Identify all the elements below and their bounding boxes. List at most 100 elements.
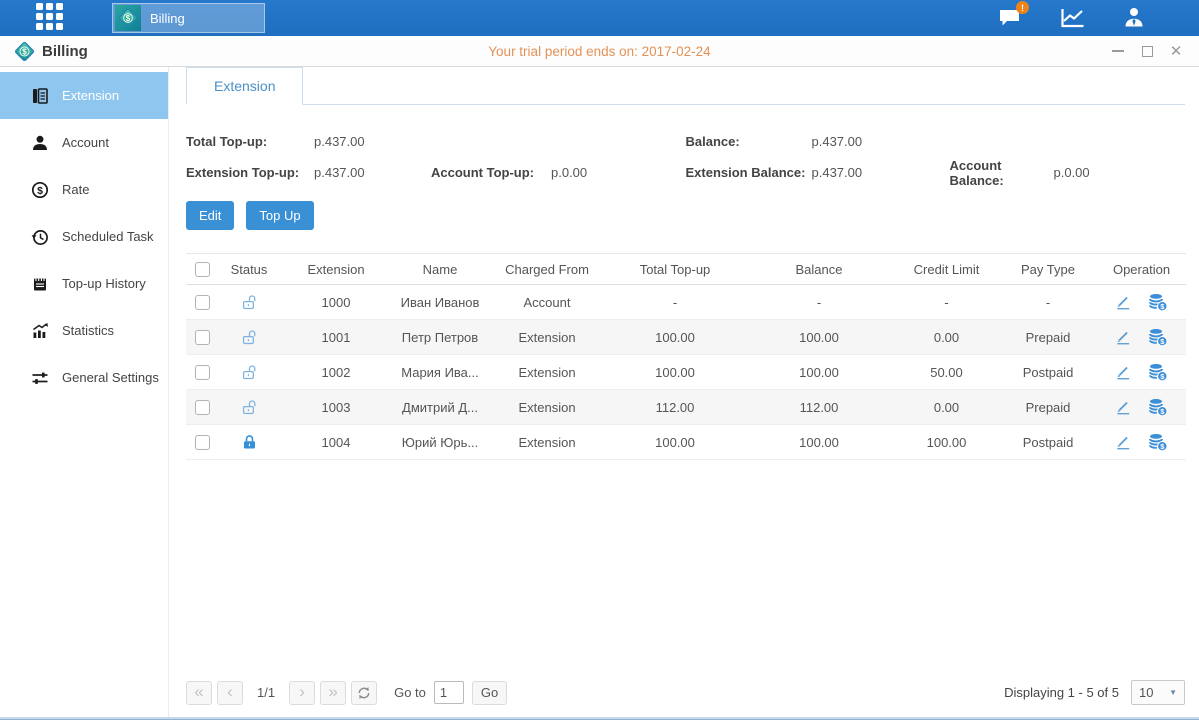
table-row[interactable]: 1000 Иван Иванов Account - - - - xyxy=(186,285,1186,320)
cell-name: Мария Ива... xyxy=(392,355,488,390)
unlocked-icon xyxy=(241,364,258,381)
edit-button[interactable]: Edit xyxy=(186,201,234,230)
cell-credit-limit: 0.00 xyxy=(894,320,999,355)
scheduled-task-icon xyxy=(30,227,49,246)
cell-total-topup: 112.00 xyxy=(606,390,744,425)
last-page-button[interactable]: » xyxy=(320,681,346,705)
sidebar-item-label: Rate xyxy=(62,182,89,197)
cell-charged-from: Extension xyxy=(488,320,606,355)
cell-total-topup: 100.00 xyxy=(606,320,744,355)
sidebar-item-scheduled-task[interactable]: Scheduled Task xyxy=(0,213,168,260)
edit-icon[interactable] xyxy=(1115,434,1132,451)
cell-credit-limit: 0.00 xyxy=(894,390,999,425)
prev-page-button[interactable]: ‹ xyxy=(217,681,243,705)
tab-extension[interactable]: Extension xyxy=(186,67,303,105)
balance-value: p.437.00 xyxy=(812,134,950,149)
row-checkbox[interactable] xyxy=(195,295,210,310)
table-row[interactable]: 1001 Петр Петров Extension 100.00 100.00… xyxy=(186,320,1186,355)
cell-credit-limit: - xyxy=(894,285,999,320)
top-bar: $ Billing ! xyxy=(0,0,1199,36)
taskbar-tab-billing[interactable]: $ Billing xyxy=(112,3,265,33)
table-row[interactable]: 1003 Дмитрий Д... Extension 112.00 112.0… xyxy=(186,390,1186,425)
extension-balance-label: Extension Balance: xyxy=(686,165,812,180)
col-total-topup: Total Top-up xyxy=(606,254,744,285)
sidebar-item-statistics[interactable]: Statistics xyxy=(0,307,168,354)
col-charged-from: Charged From xyxy=(488,254,606,285)
unlocked-icon xyxy=(241,399,258,416)
cell-charged-from: Extension xyxy=(488,425,606,460)
go-button[interactable]: Go xyxy=(472,681,507,705)
cell-pay-type: Postpaid xyxy=(999,425,1097,460)
cell-charged-from: Extension xyxy=(488,355,606,390)
table-row[interactable]: 1004 Юрий Юрь... Extension 100.00 100.00… xyxy=(186,425,1186,460)
cell-credit-limit: 100.00 xyxy=(894,425,999,460)
sidebar-item-extension[interactable]: Extension xyxy=(0,72,168,119)
topup-icon[interactable]: $ xyxy=(1148,397,1168,417)
messages-icon[interactable]: ! xyxy=(995,5,1025,31)
cell-name: Петр Петров xyxy=(392,320,488,355)
select-all-checkbox[interactable] xyxy=(195,262,210,277)
extension-balance-value: p.437.00 xyxy=(812,165,950,180)
cell-pay-type: Prepaid xyxy=(999,390,1097,425)
col-pay-type: Pay Type xyxy=(999,254,1097,285)
edit-icon[interactable] xyxy=(1115,399,1132,416)
table-header-row: Status Extension Name Charged From Total… xyxy=(186,254,1186,285)
extension-topup-label: Extension Top-up: xyxy=(186,165,314,180)
row-checkbox[interactable] xyxy=(195,435,210,450)
extensions-table: Status Extension Name Charged From Total… xyxy=(186,253,1186,460)
goto-page-input[interactable] xyxy=(434,681,464,704)
user-account-icon[interactable] xyxy=(1119,5,1149,31)
row-checkbox[interactable] xyxy=(195,400,210,415)
table-row[interactable]: 1002 Мария Ива... Extension 100.00 100.0… xyxy=(186,355,1186,390)
sidebar-item-label: Extension xyxy=(62,88,119,103)
page-title: Billing xyxy=(42,43,88,60)
cell-pay-type: Postpaid xyxy=(999,355,1097,390)
col-extension: Extension xyxy=(280,254,392,285)
sidebar-item-label: General Settings xyxy=(62,370,159,385)
cell-balance: 112.00 xyxy=(744,390,894,425)
topup-icon[interactable]: $ xyxy=(1148,362,1168,382)
billing-app-window: $ Billing ! xyxy=(0,0,1199,720)
cell-extension: 1001 xyxy=(280,320,392,355)
row-checkbox[interactable] xyxy=(195,330,210,345)
sidebar-item-rate[interactable]: $ Rate xyxy=(0,166,168,213)
first-page-button[interactable]: « xyxy=(186,681,212,705)
svg-text:$: $ xyxy=(22,46,27,56)
next-page-button[interactable]: › xyxy=(289,681,315,705)
cell-extension: 1003 xyxy=(280,390,392,425)
row-checkbox[interactable] xyxy=(195,365,210,380)
maximize-button[interactable] xyxy=(1140,44,1154,58)
cell-extension: 1004 xyxy=(280,425,392,460)
sidebar-item-label: Account xyxy=(62,135,109,150)
cell-extension: 1000 xyxy=(280,285,392,320)
locked-icon xyxy=(241,434,258,451)
resource-monitor-icon[interactable] xyxy=(1057,5,1087,31)
close-button[interactable]: ✕ xyxy=(1169,44,1183,58)
main-content: Extension Total Top-up: p.437.00 Extensi… xyxy=(168,67,1199,717)
sidebar-item-topup-history[interactable]: Top-up History xyxy=(0,260,168,307)
page-size-select[interactable]: 10 ▼ xyxy=(1131,680,1185,705)
taskbar-tab-label: Billing xyxy=(150,11,185,26)
goto-label: Go to xyxy=(394,685,426,700)
edit-icon[interactable] xyxy=(1115,294,1132,311)
sidebar-item-account[interactable]: Account xyxy=(0,119,168,166)
topup-history-icon xyxy=(30,274,49,293)
edit-icon[interactable] xyxy=(1115,329,1132,346)
unlocked-icon xyxy=(241,329,258,346)
cell-pay-type: - xyxy=(999,285,1097,320)
col-operation: Operation xyxy=(1097,254,1186,285)
page-indicator: 1/1 xyxy=(248,685,284,700)
extension-table-body: 1000 Иван Иванов Account - - - - xyxy=(186,285,1186,460)
notification-badge: ! xyxy=(1016,1,1029,14)
sidebar-item-general-settings[interactable]: General Settings xyxy=(0,354,168,401)
topup-icon[interactable]: $ xyxy=(1148,327,1168,347)
topup-icon[interactable]: $ xyxy=(1148,432,1168,452)
topup-icon[interactable]: $ xyxy=(1148,292,1168,312)
account-balance-label: Account Balance: xyxy=(950,158,1054,188)
balance-summary: Total Top-up: p.437.00 Extension Top-up:… xyxy=(186,126,1185,188)
app-launcher-icon[interactable] xyxy=(36,3,68,33)
refresh-button[interactable] xyxy=(351,681,377,705)
edit-icon[interactable] xyxy=(1115,364,1132,381)
minimize-button[interactable] xyxy=(1111,44,1125,58)
top-up-button[interactable]: Top Up xyxy=(246,201,313,230)
